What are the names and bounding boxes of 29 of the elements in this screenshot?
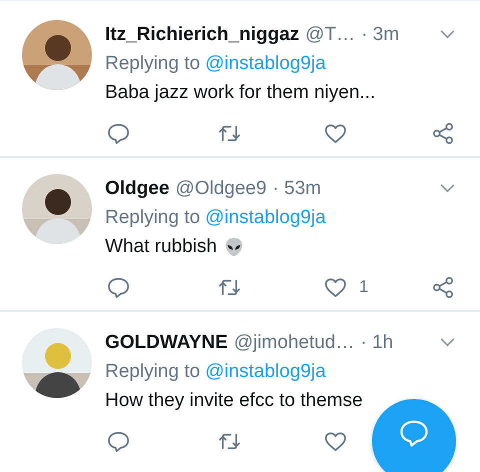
speech-bubble-icon	[399, 418, 429, 448]
user-handle: @Oldgee9	[175, 178, 267, 200]
chevron-down-icon[interactable]	[440, 338, 455, 347]
heart-icon[interactable]	[324, 122, 347, 144]
replying-label: Replying to	[105, 52, 200, 74]
user-handle: @T…	[305, 24, 356, 46]
reply-icon[interactable]	[107, 430, 130, 452]
heart-icon[interactable]	[324, 430, 347, 452]
user-name[interactable]: GOLDWAYNE	[105, 332, 228, 354]
tweet-text: Baba jazz work for them niyen...	[105, 82, 376, 104]
user-name[interactable]: Oldgee	[105, 178, 170, 200]
user-name[interactable]: Itz_Richierich_niggaz	[105, 24, 300, 46]
like-count: 1	[359, 277, 368, 297]
timestamp: · 3m	[361, 24, 400, 46]
heart-icon[interactable]	[324, 276, 347, 298]
timestamp: · 53m	[272, 178, 322, 200]
reply-icon[interactable]	[107, 122, 130, 144]
reply-fab-button[interactable]	[372, 399, 456, 472]
replying-label: Replying to	[105, 360, 200, 382]
share-icon[interactable]	[432, 276, 455, 298]
reply-icon[interactable]	[107, 276, 130, 298]
chevron-down-icon[interactable]	[440, 184, 455, 193]
replying-label: Replying to	[105, 206, 200, 228]
tweet-text: How they invite efcc to themse	[105, 390, 363, 412]
tweet-text: What rubbish	[105, 236, 217, 258]
timestamp: · 1h	[360, 332, 394, 354]
user-handle: @jimohetud…	[234, 332, 354, 354]
chevron-down-icon[interactable]	[440, 30, 455, 39]
share-icon[interactable]	[432, 122, 455, 144]
